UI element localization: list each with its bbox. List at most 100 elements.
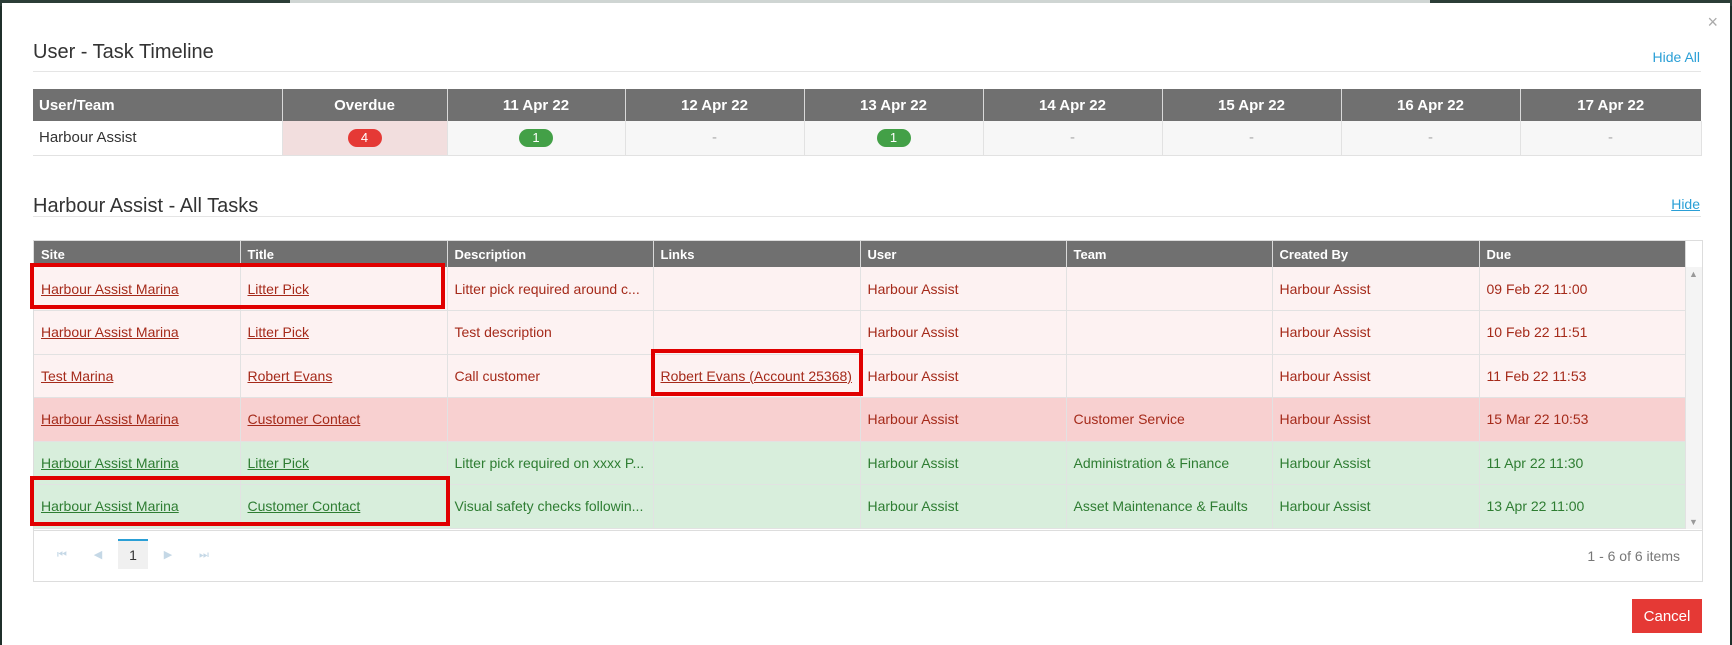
timeline-divider	[33, 71, 1701, 72]
description-cell: Litter pick required around c...	[447, 267, 654, 311]
timeline-overdue-cell[interactable]: 4	[282, 121, 448, 156]
timeline-day-cell[interactable]: 1	[804, 121, 984, 156]
title-cell: Litter Pick	[240, 267, 448, 311]
title-link[interactable]: Litter Pick	[248, 324, 309, 340]
timeline-col-date: 15 Apr 22	[1162, 89, 1342, 121]
current-page-button[interactable]: 1	[118, 539, 148, 569]
timeline-day-cell: -	[625, 121, 805, 156]
overdue-count-badge[interactable]: 4	[347, 128, 382, 147]
title-link[interactable]: Robert Evans	[248, 368, 333, 384]
created-by-cell: Harbour Assist	[1272, 441, 1480, 485]
due-cell: 09 Feb 22 11:00	[1479, 267, 1686, 311]
title-cell: Litter Pick	[240, 441, 448, 485]
links-cell	[653, 310, 861, 355]
vertical-scrollbar[interactable]: ▲ ▼	[1686, 267, 1702, 529]
team-cell	[1066, 310, 1273, 355]
prev-page-icon[interactable]: ◀	[84, 541, 112, 569]
col-site[interactable]: Site	[34, 241, 241, 267]
team-cell: Administration & Finance	[1066, 441, 1273, 485]
created-by-cell: Harbour Assist	[1272, 397, 1480, 442]
table-row[interactable]: Harbour Assist Marina Customer Contact H…	[34, 397, 1686, 442]
user-cell: Harbour Assist	[860, 310, 1067, 355]
timeline-header-row: User/Team Overdue 11 Apr 22 12 Apr 22 13…	[33, 89, 1701, 121]
table-row[interactable]: Harbour Assist Marina Litter Pick Litter…	[34, 441, 1686, 485]
hide-all-link[interactable]: Hide All	[1653, 49, 1700, 65]
title-link[interactable]: Customer Contact	[248, 498, 361, 514]
table-row[interactable]: Harbour Assist Marina Customer Contact V…	[34, 484, 1686, 529]
col-created-by[interactable]: Created By	[1272, 241, 1480, 267]
title-cell: Customer Contact	[240, 484, 448, 529]
timeline-row[interactable]: Harbour Assist 4 1 - 1 - - - -	[33, 121, 1702, 156]
table-row[interactable]: Harbour Assist Marina Litter Pick Litter…	[34, 267, 1686, 311]
created-by-cell: Harbour Assist	[1272, 484, 1480, 529]
title-link[interactable]: Litter Pick	[248, 455, 309, 471]
user-cell: Harbour Assist	[860, 397, 1067, 442]
close-icon[interactable]: ×	[1707, 13, 1718, 31]
team-cell: Asset Maintenance & Faults	[1066, 484, 1273, 529]
table-row[interactable]: Harbour Assist Marina Litter Pick Test d…	[34, 310, 1686, 355]
description-cell: Call customer	[447, 354, 654, 398]
site-link[interactable]: Harbour Assist Marina	[41, 411, 179, 427]
user-cell: Harbour Assist	[860, 267, 1067, 311]
scroll-down-icon[interactable]: ▼	[1689, 517, 1698, 527]
site-link[interactable]: Test Marina	[41, 368, 113, 384]
due-cell: 11 Feb 22 11:53	[1479, 354, 1686, 398]
created-by-cell: Harbour Assist	[1272, 267, 1480, 311]
site-link[interactable]: Harbour Assist Marina	[41, 498, 179, 514]
site-link[interactable]: Harbour Assist Marina	[41, 281, 179, 297]
day-count-badge[interactable]: 1	[519, 128, 553, 147]
col-title[interactable]: Title	[240, 241, 448, 267]
col-user[interactable]: User	[860, 241, 1067, 267]
tasks-table: Site Title Description Links User Team C…	[34, 241, 1686, 529]
day-count-badge[interactable]: 1	[876, 128, 911, 147]
site-cell: Harbour Assist Marina	[34, 441, 241, 485]
links-cell	[653, 267, 861, 311]
title-cell: Litter Pick	[240, 310, 448, 355]
description-cell	[447, 397, 654, 442]
timeline-table: User/Team Overdue 11 Apr 22 12 Apr 22 13…	[33, 89, 1702, 156]
pager: ⏮ ◀ 1 ▶ ⏭ 1 - 6 of 6 items	[34, 530, 1702, 581]
last-page-icon[interactable]: ⏭	[190, 541, 218, 569]
description-cell: Test description	[447, 310, 654, 355]
timeline-day-cell: -	[1520, 121, 1702, 156]
timeline-day-cell[interactable]: 1	[447, 121, 626, 156]
next-page-icon[interactable]: ▶	[154, 541, 182, 569]
links-cell: Robert Evans (Account 25368)	[653, 354, 861, 398]
timeline-col-date: 17 Apr 22	[1520, 89, 1701, 121]
site-link[interactable]: Harbour Assist Marina	[41, 324, 179, 340]
created-by-cell: Harbour Assist	[1272, 310, 1480, 355]
site-cell: Harbour Assist Marina	[34, 310, 241, 355]
timeline-col-date: 11 Apr 22	[447, 89, 626, 121]
site-cell: Harbour Assist Marina	[34, 267, 241, 311]
links-cell	[653, 441, 861, 485]
team-cell	[1066, 267, 1273, 311]
links-cell	[653, 397, 861, 442]
first-page-icon[interactable]: ⏮	[48, 541, 76, 569]
user-cell: Harbour Assist	[860, 484, 1067, 529]
title-link[interactable]: Litter Pick	[248, 281, 309, 297]
user-cell: Harbour Assist	[860, 441, 1067, 485]
timeline-day-cell: -	[1162, 121, 1342, 156]
cancel-button[interactable]: Cancel	[1632, 599, 1702, 633]
table-row[interactable]: Test Marina Robert Evans Call customer R…	[34, 354, 1686, 398]
col-due[interactable]: Due	[1479, 241, 1686, 267]
site-link[interactable]: Harbour Assist Marina	[41, 455, 179, 471]
due-cell: 13 Apr 22 11:00	[1479, 484, 1686, 529]
account-link[interactable]: Robert Evans (Account 25368)	[661, 368, 852, 384]
timeline-col-date: 14 Apr 22	[983, 89, 1163, 121]
due-cell: 11 Apr 22 11:30	[1479, 441, 1686, 485]
description-cell: Litter pick required on xxxx P...	[447, 441, 654, 485]
col-links[interactable]: Links	[653, 241, 861, 267]
hide-tasks-link[interactable]: Hide	[1671, 196, 1700, 212]
timeline-col-date: 16 Apr 22	[1341, 89, 1521, 121]
col-description[interactable]: Description	[447, 241, 654, 267]
user-cell: Harbour Assist	[860, 354, 1067, 398]
site-cell: Harbour Assist Marina	[34, 484, 241, 529]
tasks-divider	[33, 216, 1701, 217]
scroll-up-icon[interactable]: ▲	[1689, 269, 1698, 279]
title-link[interactable]: Customer Contact	[248, 411, 361, 427]
title-cell: Customer Contact	[240, 397, 448, 442]
timeline-user-name: Harbour Assist	[33, 121, 283, 156]
col-team[interactable]: Team	[1066, 241, 1273, 267]
due-cell: 10 Feb 22 11:51	[1479, 310, 1686, 355]
